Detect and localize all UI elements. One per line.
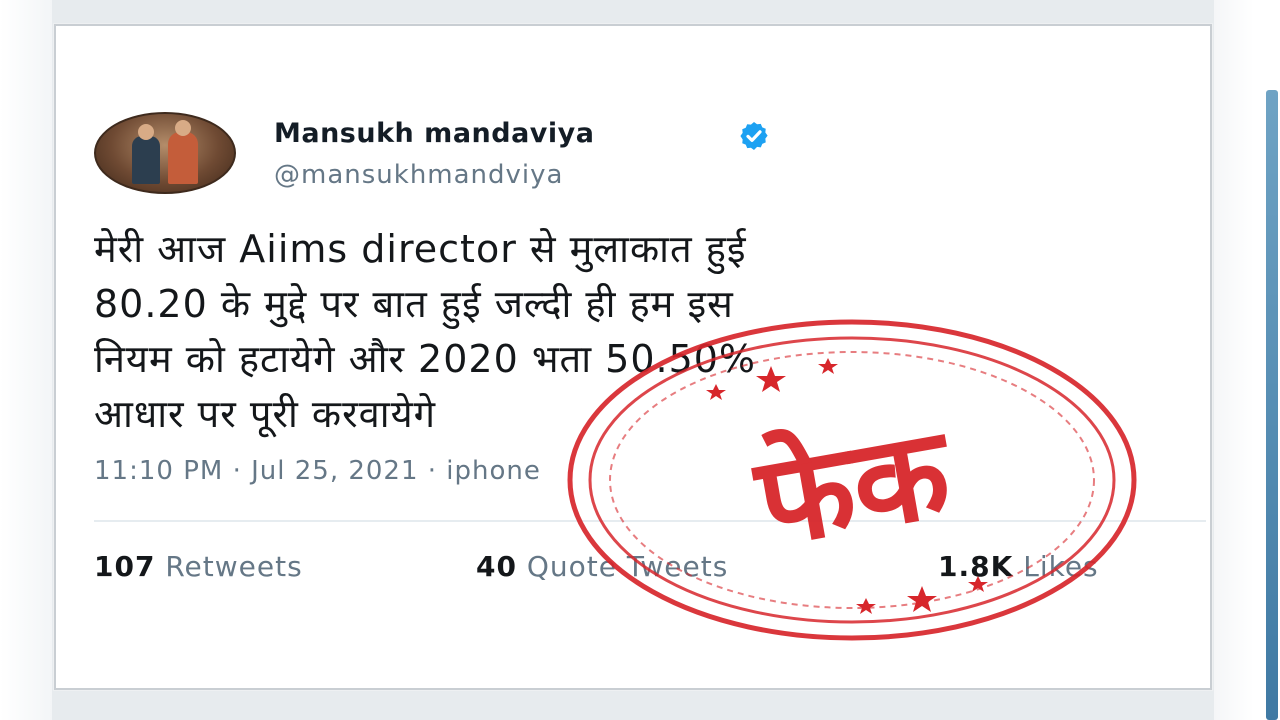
avatar-head xyxy=(138,124,154,140)
avatar-figure xyxy=(168,132,198,184)
verified-badge-icon xyxy=(740,122,768,150)
quote-tweets-count: 40 xyxy=(476,550,517,583)
quote-tweets-stat[interactable]: 40 Quote Tweets xyxy=(476,550,728,583)
right-accent-bar xyxy=(1266,90,1278,720)
tweet-card: Mansukh mandaviya @mansukhmandviya मेरी … xyxy=(54,24,1212,690)
avatar-figure xyxy=(132,136,160,184)
tweet-timestamp[interactable]: 11:10 PM · Jul 25, 2021 · iphone xyxy=(94,456,541,486)
user-handle[interactable]: @mansukhmandviya xyxy=(274,160,563,190)
likes-count: 1.8K xyxy=(938,550,1014,583)
display-name[interactable]: Mansukh mandaviya xyxy=(274,118,594,149)
divider xyxy=(94,520,1206,522)
tweet-text-line: मेरी आज Aiims director से मुलाकात हुई xyxy=(94,227,747,271)
likes-stat[interactable]: 1.8K Likes xyxy=(938,550,1099,583)
retweets-stat[interactable]: 107 Retweets xyxy=(94,550,303,583)
left-margin xyxy=(0,0,52,720)
tweet-text: मेरी आज Aiims director से मुलाकात हुई 80… xyxy=(94,222,1204,442)
retweets-count: 107 xyxy=(94,550,156,583)
tweet-text-line: 80.20 के मुद्दे पर बात हुई जल्दी ही हम इ… xyxy=(94,282,734,326)
retweets-label: Retweets xyxy=(165,550,303,583)
avatar[interactable] xyxy=(94,112,236,194)
likes-label: Likes xyxy=(1023,550,1099,583)
tweet-text-line: आधार पर पूरी करवायेगे xyxy=(94,392,437,436)
quote-tweets-label: Quote Tweets xyxy=(526,550,729,583)
tweet-text-line: नियम को हटायेगे और 2020 भता 50.50% xyxy=(94,337,757,381)
avatar-head xyxy=(175,120,191,136)
